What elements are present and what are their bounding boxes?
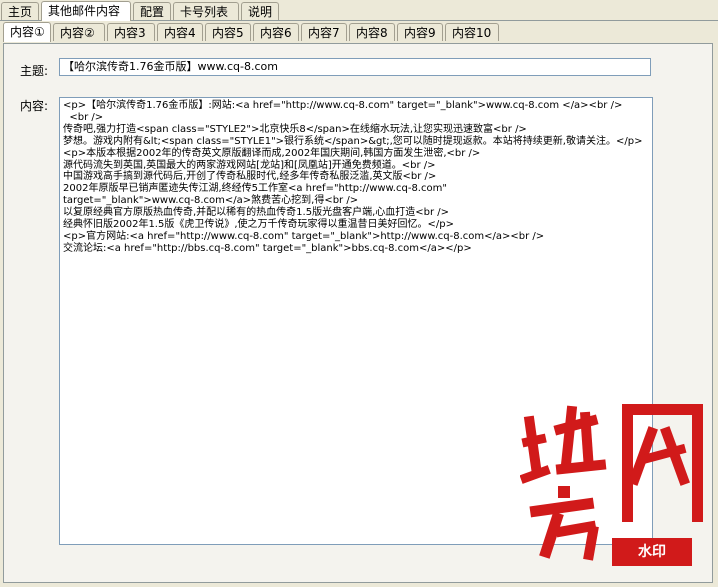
- content-line: 源代码流失到英国,英国最大的两家游戏网站[龙站]和[凤凰站]开通免费频道。<br…: [63, 159, 436, 171]
- tab-content-7[interactable]: 内容7: [301, 23, 347, 41]
- content-line: target="_blank">www.cq-8.com</a>煞费苦心挖到,得…: [63, 195, 359, 207]
- content-line: 中国游戏高手搞到源代码后,开创了传奇私服时代,经多年传奇私服泛滥,英文版<br …: [63, 171, 437, 183]
- tab-content-9[interactable]: 内容9: [397, 23, 443, 41]
- subject-label: 主题:: [20, 64, 49, 78]
- subject-input[interactable]: 【哈尔滨传奇1.76金币版】www.cq-8.com: [59, 58, 651, 76]
- tab-content-1[interactable]: 内容①: [3, 22, 51, 42]
- content-label: 内容:: [20, 99, 49, 113]
- content-line: 经典怀旧版2002年1.5版《虎卫传说》,使之万千传奇玩家得以重温昔日美好回忆。…: [63, 219, 455, 231]
- content-line: 以复原经典官方原版热血传奇,并配以稀有的热血传奇1.5版光盘客户端,心血打造<b…: [63, 207, 450, 219]
- content-line: <p>【哈尔滨传奇1.76金币版】:网站:<a href="http://www…: [63, 100, 623, 111]
- tab-content-10[interactable]: 内容10: [445, 23, 499, 41]
- content-line: <p>官方网站:<a href="http://www.cq-8.com" ta…: [63, 230, 545, 242]
- tab-content-6[interactable]: 内容6: [253, 23, 299, 41]
- content-line: 交流论坛:<a href="http://bbs.cq-8.com" targe…: [63, 242, 472, 254]
- tab-content-2[interactable]: 内容②: [53, 23, 105, 41]
- tab-help[interactable]: 说明: [241, 2, 279, 20]
- content-line: 传奇吧,强力打造<span class="STYLE2">北京快乐8</span…: [63, 123, 527, 135]
- content-line: 梦想。游戏内附有&lt;<span class="STYLE1">银行系统</s…: [63, 135, 643, 147]
- tab-home[interactable]: 主页: [1, 2, 39, 20]
- tab-content-8[interactable]: 内容8: [349, 23, 395, 41]
- tab-other-mail-content[interactable]: 其他邮件内容: [41, 1, 131, 21]
- content-line: 2002年原版早已销声匿迹失传江湖,终经传5工作室<a href="http:/…: [63, 183, 447, 195]
- watermark-badge: 水印: [612, 538, 692, 566]
- content-line: <p>本版本根据2002年的传奇英文原版翻译而成,2002年国庆期间,韩国方面发…: [63, 147, 481, 159]
- tab-content-5[interactable]: 内容5: [205, 23, 251, 41]
- content-line: <br />: [63, 111, 104, 123]
- tab-card-list[interactable]: 卡号列表: [173, 2, 239, 20]
- tab-content-3[interactable]: 内容3: [107, 23, 155, 41]
- tab-config[interactable]: 配置: [133, 2, 171, 20]
- tab-content-4[interactable]: 内容4: [157, 23, 203, 41]
